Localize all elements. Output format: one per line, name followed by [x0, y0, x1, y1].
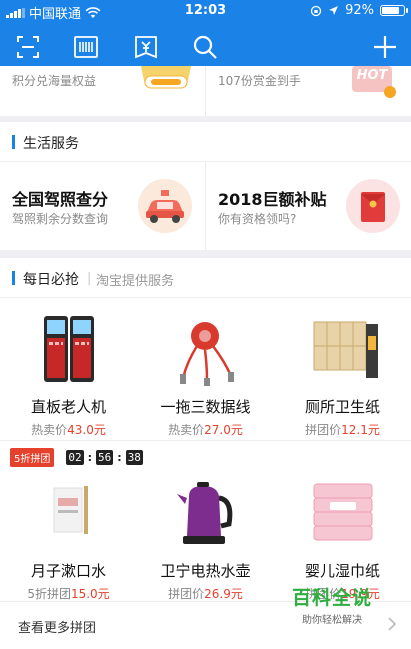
product-card[interactable]: 厕所卫生纸 拼团价12.1元	[274, 312, 411, 438]
battery-icon	[380, 5, 408, 16]
license-points-card[interactable]: 全国驾照查分 驾照剩余分数查询	[0, 162, 205, 250]
product-price: 5折拼团15.0元	[27, 587, 110, 601]
section-marker	[12, 135, 15, 149]
countdown-colon: :	[117, 450, 122, 464]
card-divider	[205, 66, 206, 116]
car-illustration	[138, 179, 192, 233]
product-card[interactable]: 直板老人机 热卖价43.0元	[0, 312, 137, 438]
countdown-hours: 02	[66, 449, 84, 465]
scan-icon[interactable]	[13, 32, 43, 62]
life-section-title: 生活服务	[23, 136, 79, 152]
product-price: 拼团价12.1元	[305, 423, 380, 437]
tissue-product-image	[274, 312, 411, 392]
product-name: 卫宁电热水壶	[160, 562, 251, 580]
bounty-subtitle: 107份赏金到手	[218, 74, 301, 88]
battery-level	[382, 7, 400, 14]
countdown-colon: :	[87, 450, 93, 464]
product-card[interactable]: 卫宁电热水壶 拼团价26.9元	[137, 476, 274, 602]
mouthwash-product-image	[0, 476, 137, 556]
cable-product-image	[137, 312, 274, 392]
daily-section-header: 每日必抢 | 淘宝提供服务	[0, 258, 411, 298]
product-name: 月子漱口水	[30, 562, 106, 580]
header-separator: |	[87, 271, 92, 286]
status-right: 92%	[310, 3, 408, 18]
flash-sale-tag: 5折拼团	[10, 447, 55, 467]
daily-section-subtitle: 淘宝提供服务	[96, 274, 175, 289]
daily-section-title: 每日必抢	[23, 272, 79, 288]
product-name: 厕所卫生纸	[304, 398, 380, 416]
license-title: 全国驾照查分	[12, 190, 109, 209]
battery-percent: 92%	[345, 3, 374, 18]
red-envelope-illustration	[346, 179, 400, 233]
product-price: 热卖价43.0元	[31, 423, 106, 437]
countdown-seconds: 38	[125, 449, 143, 465]
flash-sale-timer: 5折拼团 02 : 56 : 38	[10, 447, 143, 467]
subsidy-card[interactable]: 2018巨额补贴 你有资格领吗?	[206, 162, 411, 250]
hot-badge: HOT	[356, 68, 388, 83]
add-icon[interactable]	[370, 32, 400, 62]
watermark-subtitle: 助你轻松解决	[302, 615, 362, 626]
subsidy-subtitle: 你有资格领吗?	[218, 212, 297, 226]
product-price: 拼团价26.9元	[168, 587, 243, 601]
watermark: 百科全说 助你轻松解决	[292, 583, 372, 626]
hot-promo-image: HOT	[348, 66, 398, 102]
countdown-minutes: 56	[96, 449, 114, 465]
wallet-icon[interactable]	[131, 32, 161, 62]
chevron-right-icon	[388, 617, 397, 631]
life-services: 全国驾照查分 驾照剩余分数查询 2018巨额补贴 你有资格领吗?	[0, 162, 411, 250]
search-icon[interactable]	[190, 32, 220, 62]
subsidy-title: 2018巨额补贴	[218, 190, 327, 209]
phone-product-image	[0, 312, 137, 392]
barcode-pay-icon[interactable]	[71, 32, 101, 62]
life-section-header: 生活服务	[0, 122, 411, 162]
watermark-title: 百科全说	[292, 587, 373, 609]
app-header: 中国联通 12:03 92%	[0, 0, 411, 66]
product-name: 一拖三数据线	[160, 398, 251, 416]
points-subtitle: 积分兑海量权益	[12, 74, 97, 88]
view-more-label: 查看更多拼团	[18, 621, 97, 636]
toolbar	[0, 30, 411, 64]
section-marker	[12, 271, 15, 285]
points-rewards-card[interactable]: 积分兑海量权益 107份赏金到手 HOT	[0, 66, 411, 116]
product-card[interactable]: 月子漱口水 5折拼团15.0元	[0, 476, 137, 602]
product-price: 热卖价27.0元	[168, 423, 243, 437]
product-card[interactable]: 一拖三数据线 热卖价27.0元	[137, 312, 274, 438]
product-name: 直板老人机	[30, 398, 106, 416]
kettle-product-image	[137, 476, 274, 556]
location-icon	[329, 6, 339, 15]
wipes-product-image	[274, 476, 411, 556]
row-divider	[0, 440, 411, 441]
orientation-lock-icon	[310, 5, 322, 16]
status-bar: 中国联通 12:03 92%	[0, 0, 411, 22]
product-name: 婴儿湿巾纸	[304, 562, 380, 580]
license-subtitle: 驾照剩余分数查询	[12, 212, 109, 226]
points-promo-image	[141, 66, 191, 89]
